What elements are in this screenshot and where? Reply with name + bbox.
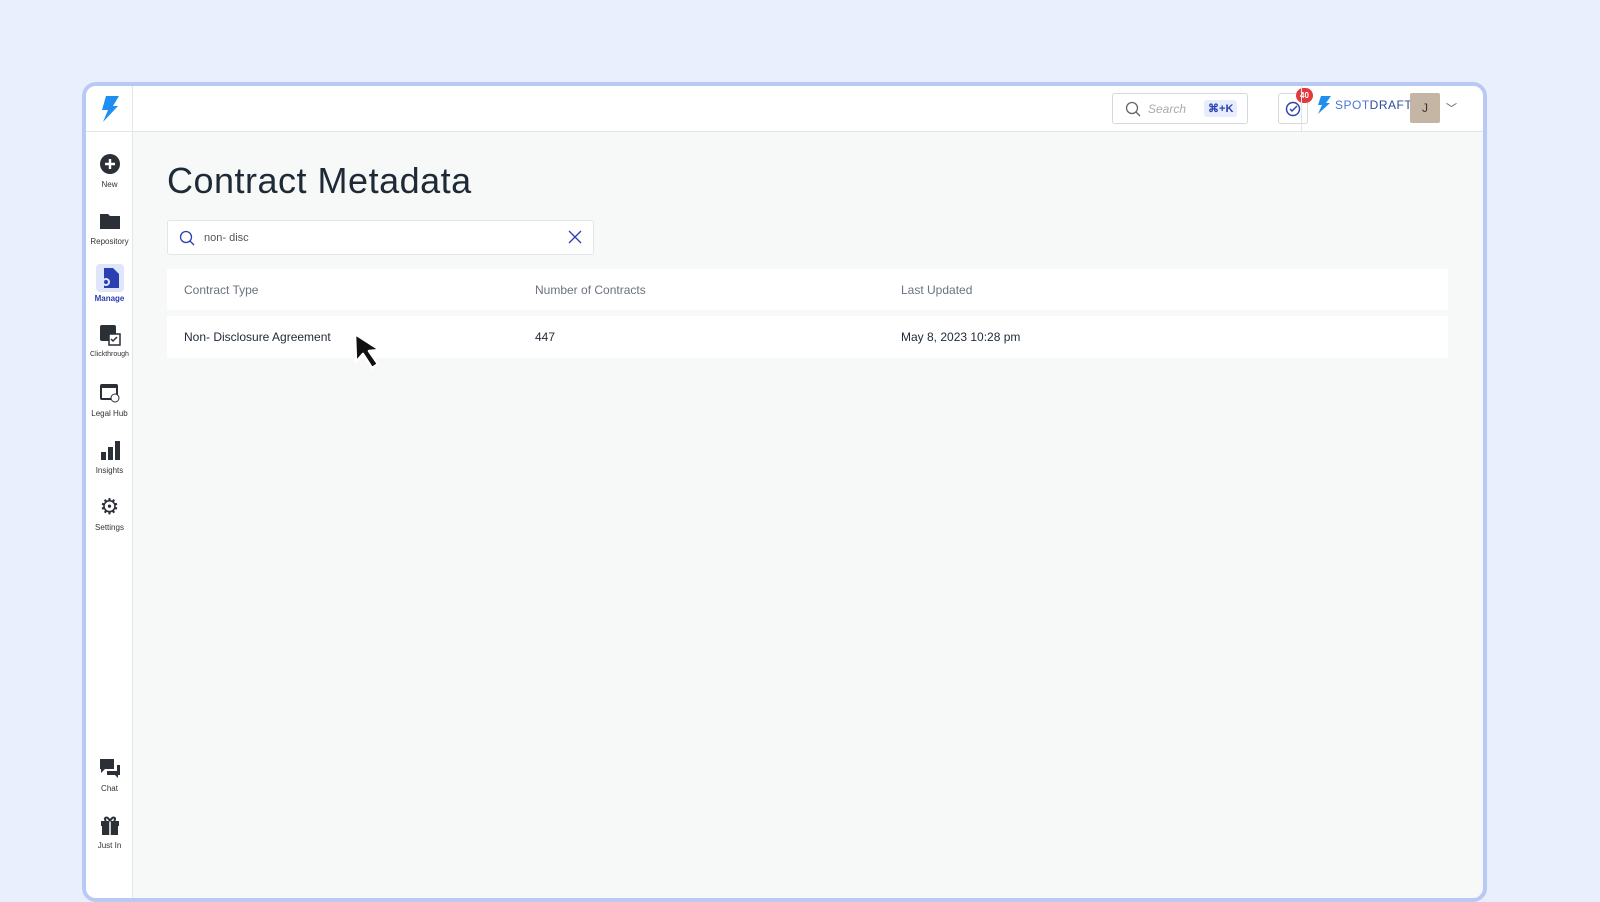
brand-text-a: SPOT — [1335, 98, 1370, 112]
search-shortcut: ⌘+K — [1204, 100, 1238, 117]
filter-value: non- disc — [204, 231, 249, 244]
sidebar-item-manage[interactable]: Manage — [86, 264, 133, 303]
sidebar-item-repository[interactable]: Repository — [86, 207, 133, 246]
column-header[interactable]: Last Updated — [901, 283, 1448, 297]
chat-icon — [96, 754, 124, 782]
sidebar-item-legal-hub[interactable]: Legal Hub — [86, 379, 133, 418]
table-header: Contract Type Number of Contracts Last U… — [167, 269, 1448, 310]
column-header[interactable]: Number of Contracts — [535, 283, 901, 297]
filter-input[interactable]: non- disc — [167, 220, 594, 255]
sidebar-item-settings[interactable]: ⚙ Settings — [86, 493, 133, 532]
gift-icon — [96, 811, 124, 839]
chevron-down-icon[interactable]: ﹀ — [1446, 100, 1457, 116]
top-bar: Search ⌘+K 40 SPOT DRAFT J ﹀ — [133, 86, 1483, 132]
column-header[interactable]: Contract Type — [167, 283, 535, 297]
global-search[interactable]: Search ⌘+K — [1112, 93, 1248, 124]
search-icon — [179, 230, 195, 245]
contract-type-cell[interactable]: Non- Disclosure Agreement — [167, 330, 535, 344]
brand-logo: SPOT DRAFT — [1315, 96, 1412, 114]
sidebar-item-clickthrough[interactable]: Clickthrough — [86, 321, 133, 358]
folder-icon — [96, 207, 124, 235]
legal-hub-icon — [96, 379, 124, 407]
sidebar-item-just-in[interactable]: Just In — [86, 811, 133, 850]
brand-text-b: DRAFT — [1369, 98, 1413, 112]
mouse-cursor-icon — [353, 332, 382, 370]
bar-chart-icon — [96, 436, 124, 464]
page-title: Contract Metadata — [167, 160, 472, 201]
check-circle-icon — [1285, 101, 1301, 116]
close-icon[interactable] — [567, 229, 583, 245]
bolt-logo-icon — [102, 95, 119, 122]
app-logo[interactable] — [86, 86, 132, 132]
sidebar: New Repository Manage Clickthrough Legal… — [86, 86, 133, 898]
sidebar-item-chat[interactable]: Chat — [86, 754, 133, 793]
sidebar-item-new[interactable]: New — [86, 150, 133, 189]
last-updated-cell: May 8, 2023 10:28 pm — [901, 330, 1021, 344]
avatar[interactable]: J — [1410, 93, 1440, 123]
search-placeholder: Search — [1148, 101, 1187, 116]
manage-document-icon — [95, 264, 124, 292]
bolt-icon — [1318, 96, 1331, 114]
clickthrough-icon — [96, 321, 124, 349]
sidebar-item-insights[interactable]: Insights — [86, 436, 133, 475]
divider — [1301, 86, 1302, 132]
gear-icon: ⚙ — [99, 494, 120, 519]
search-icon — [1125, 101, 1141, 116]
app-window: New Repository Manage Clickthrough Legal… — [82, 82, 1487, 902]
notification-badge: 40 — [1296, 88, 1313, 103]
contract-count-cell: 447 — [535, 330, 556, 344]
plus-circle-icon — [96, 150, 124, 178]
